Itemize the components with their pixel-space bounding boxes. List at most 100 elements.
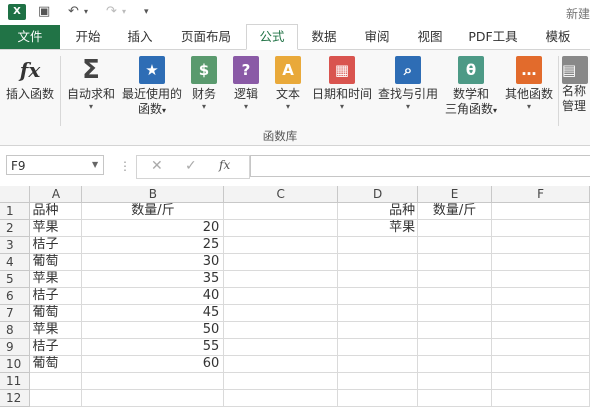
row-header[interactable]: 10	[0, 355, 31, 373]
math-trig-button[interactable]: θ 数学和 三角函数▾	[440, 56, 502, 118]
cell-e12[interactable]	[417, 389, 493, 407]
row-header[interactable]: 9	[0, 338, 31, 356]
formula-input[interactable]	[250, 155, 590, 177]
cell-e8[interactable]	[417, 321, 493, 339]
cell-a12[interactable]	[29, 389, 83, 407]
column-header-d[interactable]: D	[337, 186, 419, 203]
date-time-button[interactable]: ▦ 日期和时间 ▾	[310, 56, 374, 112]
cell-e9[interactable]	[417, 338, 493, 356]
resize-handle-icon[interactable]: ⋮	[119, 159, 131, 173]
cell-f2[interactable]	[491, 219, 590, 237]
cell-e4[interactable]	[417, 253, 493, 271]
cell-c8[interactable]	[223, 321, 339, 339]
undo-icon[interactable]: ↶	[68, 4, 79, 20]
column-header-e[interactable]: E	[417, 186, 493, 203]
cell-b2[interactable]: 20	[81, 219, 225, 237]
cell-c2[interactable]	[223, 219, 339, 237]
cell-b11[interactable]	[81, 372, 225, 390]
cell-c10[interactable]	[223, 355, 339, 373]
cell-b8[interactable]: 50	[81, 321, 225, 339]
cell-d6[interactable]	[337, 287, 419, 305]
lookup-reference-button[interactable]: ⌕ 查找与引用 ▾	[376, 56, 440, 112]
column-header-f[interactable]: F	[491, 186, 590, 203]
cell-a4[interactable]: 葡萄	[29, 253, 83, 271]
tab-home[interactable]: 开始	[64, 25, 112, 49]
chevron-down-icon[interactable]: ▼	[92, 160, 98, 169]
cell-a6[interactable]: 桔子	[29, 287, 83, 305]
cell-a11[interactable]	[29, 372, 83, 390]
cell-d2[interactable]: 苹果	[337, 219, 419, 237]
row-header[interactable]: 11	[0, 372, 31, 390]
row-header[interactable]: 5	[0, 270, 31, 288]
select-all-corner[interactable]	[0, 186, 31, 203]
text-button[interactable]: A 文本 ▾	[270, 56, 306, 112]
cell-d12[interactable]	[337, 389, 419, 407]
cell-f1[interactable]	[491, 203, 590, 220]
undo-dropdown-icon[interactable]: ▾	[84, 4, 88, 20]
insert-function-icon[interactable]: fx	[219, 158, 230, 172]
enter-icon[interactable]: ✓	[185, 158, 197, 174]
tab-insert[interactable]: 插入	[116, 25, 164, 49]
cell-a5[interactable]: 苹果	[29, 270, 83, 288]
column-header-a[interactable]: A	[29, 186, 83, 203]
cell-b4[interactable]: 30	[81, 253, 225, 271]
cell-d11[interactable]	[337, 372, 419, 390]
cell-f12[interactable]	[491, 389, 590, 407]
cell-b12[interactable]	[81, 389, 225, 407]
redo-dropdown-icon[interactable]: ▾	[122, 4, 126, 20]
cell-f11[interactable]	[491, 372, 590, 390]
cell-d7[interactable]	[337, 304, 419, 322]
financial-button[interactable]: $ 财务 ▾	[186, 56, 222, 112]
cell-d1[interactable]: 品种	[337, 203, 419, 220]
cell-a1[interactable]: 品种	[29, 203, 83, 220]
cell-c4[interactable]	[223, 253, 339, 271]
cell-a3[interactable]: 桔子	[29, 236, 83, 254]
tab-pdf-tools[interactable]: PDF工具	[460, 25, 526, 49]
cell-a9[interactable]: 桔子	[29, 338, 83, 356]
cell-b5[interactable]: 35	[81, 270, 225, 288]
cell-f3[interactable]	[491, 236, 590, 254]
row-header[interactable]: 12	[0, 389, 31, 407]
tab-formulas[interactable]: 公式	[246, 24, 298, 50]
cell-e3[interactable]	[417, 236, 493, 254]
cell-a10[interactable]: 葡萄	[29, 355, 83, 373]
cell-c9[interactable]	[223, 338, 339, 356]
cell-b7[interactable]: 45	[81, 304, 225, 322]
tab-review[interactable]: 审阅	[353, 25, 401, 49]
cell-b6[interactable]: 40	[81, 287, 225, 305]
cell-a2[interactable]: 苹果	[29, 219, 83, 237]
cell-c1[interactable]	[223, 203, 339, 220]
cell-e1[interactable]: 数量/斤	[417, 203, 493, 220]
row-header[interactable]: 3	[0, 236, 31, 254]
row-header[interactable]: 7	[0, 304, 31, 322]
logical-button[interactable]: ? 逻辑 ▾	[228, 56, 264, 112]
autosum-button[interactable]: Σ 自动求和 ▾	[64, 56, 118, 112]
cell-d5[interactable]	[337, 270, 419, 288]
cell-d3[interactable]	[337, 236, 419, 254]
cell-b9[interactable]: 55	[81, 338, 225, 356]
cell-e5[interactable]	[417, 270, 493, 288]
cell-e11[interactable]	[417, 372, 493, 390]
tab-templates[interactable]: 模板	[532, 25, 584, 49]
save-icon[interactable]: ▣	[38, 4, 50, 20]
name-manager-button[interactable]: ▤ 名称 管理	[562, 56, 590, 114]
row-header[interactable]: 8	[0, 321, 31, 339]
recently-used-button[interactable]: ★ 最近使用的 函数▾	[120, 56, 184, 118]
cell-d4[interactable]	[337, 253, 419, 271]
cell-c7[interactable]	[223, 304, 339, 322]
name-box[interactable]: F9	[6, 155, 104, 175]
cell-f8[interactable]	[491, 321, 590, 339]
cell-c6[interactable]	[223, 287, 339, 305]
cell-f4[interactable]	[491, 253, 590, 271]
row-header[interactable]: 4	[0, 253, 31, 271]
cell-f9[interactable]	[491, 338, 590, 356]
row-header[interactable]: 2	[0, 219, 31, 237]
tab-page-layout[interactable]: 页面布局	[170, 25, 242, 49]
cell-b10[interactable]: 60	[81, 355, 225, 373]
cell-c11[interactable]	[223, 372, 339, 390]
cell-a7[interactable]: 葡萄	[29, 304, 83, 322]
cell-e6[interactable]	[417, 287, 493, 305]
column-header-b[interactable]: B	[81, 186, 225, 203]
cell-b3[interactable]: 25	[81, 236, 225, 254]
redo-icon[interactable]: ↷	[106, 4, 117, 20]
